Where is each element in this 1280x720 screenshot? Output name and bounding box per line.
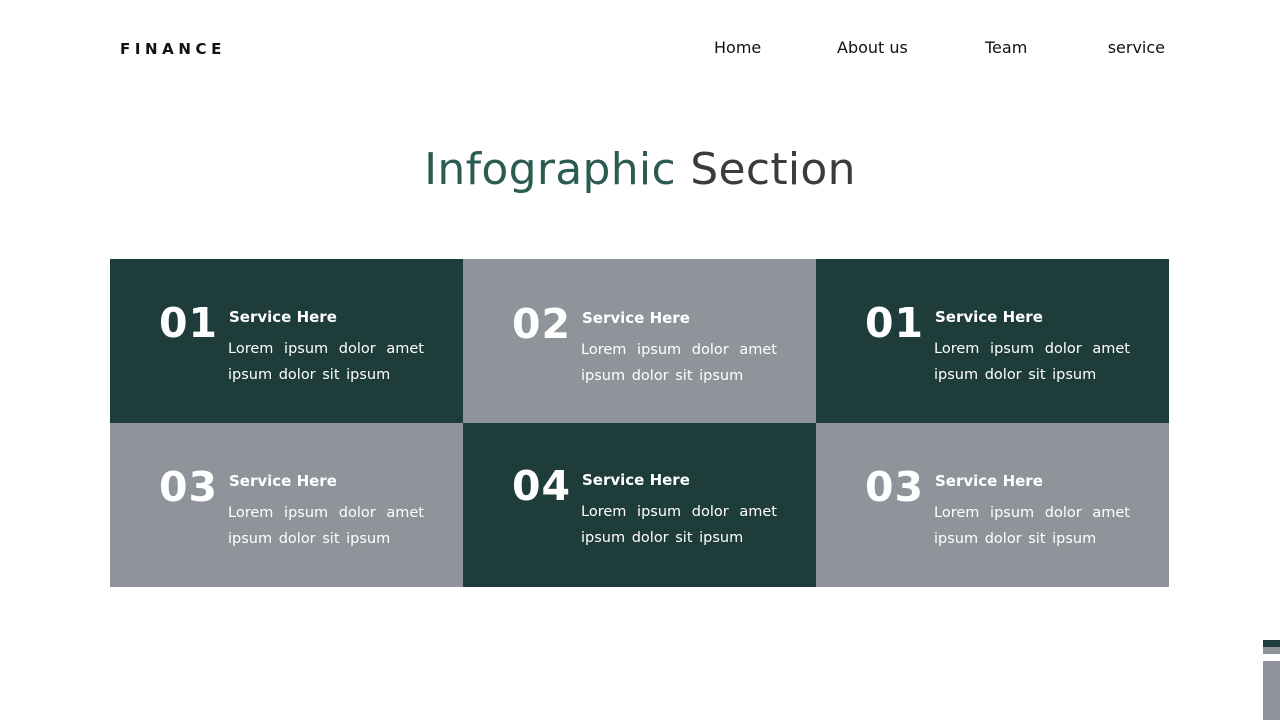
service-title: Service Here [229,472,337,490]
section-title: Infographic Section [0,144,1280,195]
service-title: Service Here [229,308,337,326]
corner-decoration-bar [1263,661,1280,720]
service-title: Service Here [582,471,690,489]
corner-decoration-gray [1263,647,1280,654]
service-title: Service Here [935,308,1043,326]
section-title-accent: Infographic [424,144,676,195]
service-description: Lorem ipsum dolor amet ipsum dolor sit i… [934,505,1130,547]
corner-decoration-dark [1263,640,1280,647]
service-number: 03 [159,463,219,511]
nav-about-us[interactable]: About us [837,38,908,57]
service-card-4: 03 Service Here Lorem ipsum dolor amet i… [110,423,463,587]
service-number: 02 [512,300,572,348]
service-number: 01 [159,299,219,347]
service-description: Lorem ipsum dolor amet ipsum dolor sit i… [581,342,777,384]
section-title-rest: Section [690,144,856,195]
service-description: Lorem ipsum dolor amet ipsum dolor sit i… [581,504,777,546]
top-nav: Home About us Team service [0,38,1280,60]
service-card-1: 01 Service Here Lorem ipsum dolor amet i… [110,259,463,423]
service-title: Service Here [935,472,1043,490]
nav-home[interactable]: Home [714,38,761,57]
service-title: Service Here [582,309,690,327]
service-number: 03 [865,463,925,511]
service-description: Lorem ipsum dolor amet ipsum dolor sit i… [228,505,424,547]
nav-service[interactable]: service [1108,38,1165,57]
service-card-3: 01 Service Here Lorem ipsum dolor amet i… [816,259,1169,423]
service-card-6: 03 Service Here Lorem ipsum dolor amet i… [816,423,1169,587]
services-grid: 01 Service Here Lorem ipsum dolor amet i… [110,259,1169,587]
service-number: 01 [865,299,925,347]
service-card-2: 02 Service Here Lorem ipsum dolor amet i… [463,259,816,423]
service-card-5: 04 Service Here Lorem ipsum dolor amet i… [463,423,816,587]
service-number: 04 [512,462,572,510]
service-description: Lorem ipsum dolor amet ipsum dolor sit i… [934,341,1130,383]
nav-team[interactable]: Team [985,38,1027,57]
service-description: Lorem ipsum dolor amet ipsum dolor sit i… [228,341,424,383]
